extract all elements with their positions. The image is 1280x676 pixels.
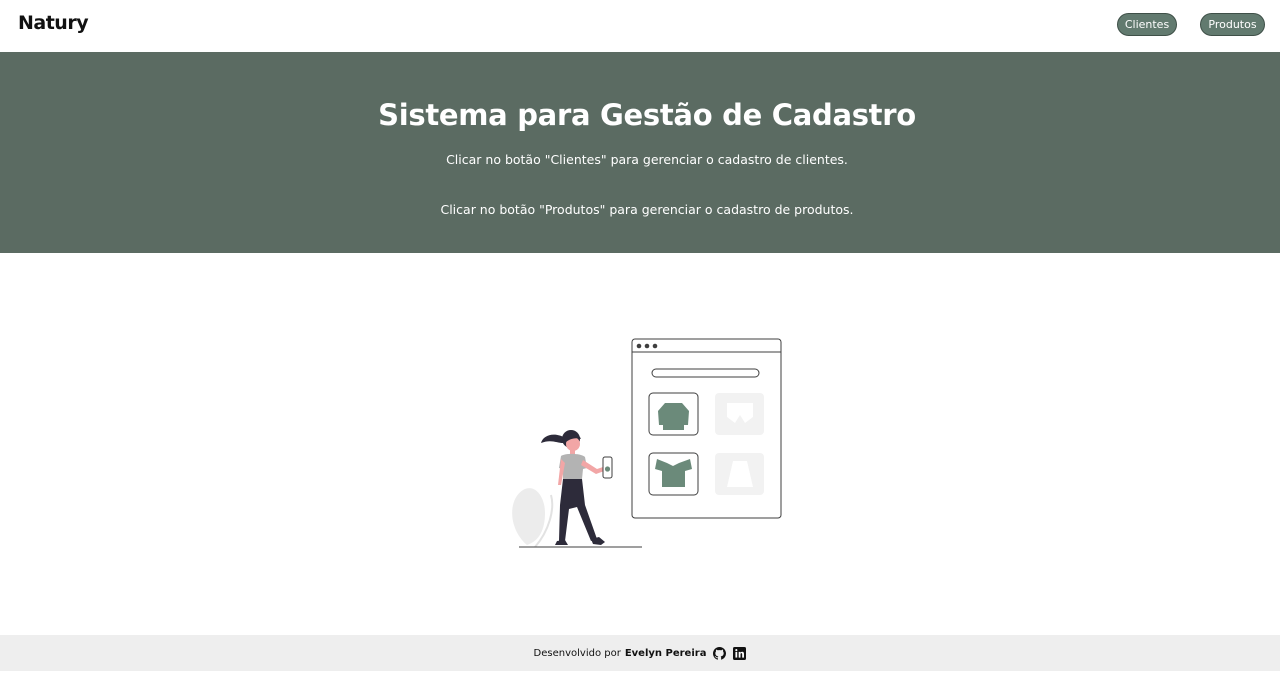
clientes-button[interactable]: Clientes [1117,13,1177,36]
footer-prefix: Desenvolvido por [533,647,621,659]
github-icon[interactable] [713,646,727,660]
hero-banner: Sistema para Gestão de Cadastro Clicar n… [0,52,1280,253]
produtos-button[interactable]: Produtos [1200,13,1265,36]
hero-instruction-produtos: Clicar no botão "Produtos" para gerencia… [440,202,854,217]
linkedin-icon[interactable] [733,646,747,660]
navbar: Natury Clientes Produtos [0,0,1280,52]
footer: Desenvolvido por Evelyn Pereira [0,635,1280,671]
online-shopping-illustration [512,338,782,548]
page-title: Sistema para Gestão de Cadastro [378,98,916,132]
hero-instruction-clientes: Clicar no botão "Clientes" para gerencia… [446,152,848,167]
logo[interactable]: Natury [18,12,89,34]
footer-author: Evelyn Pereira [624,647,707,659]
